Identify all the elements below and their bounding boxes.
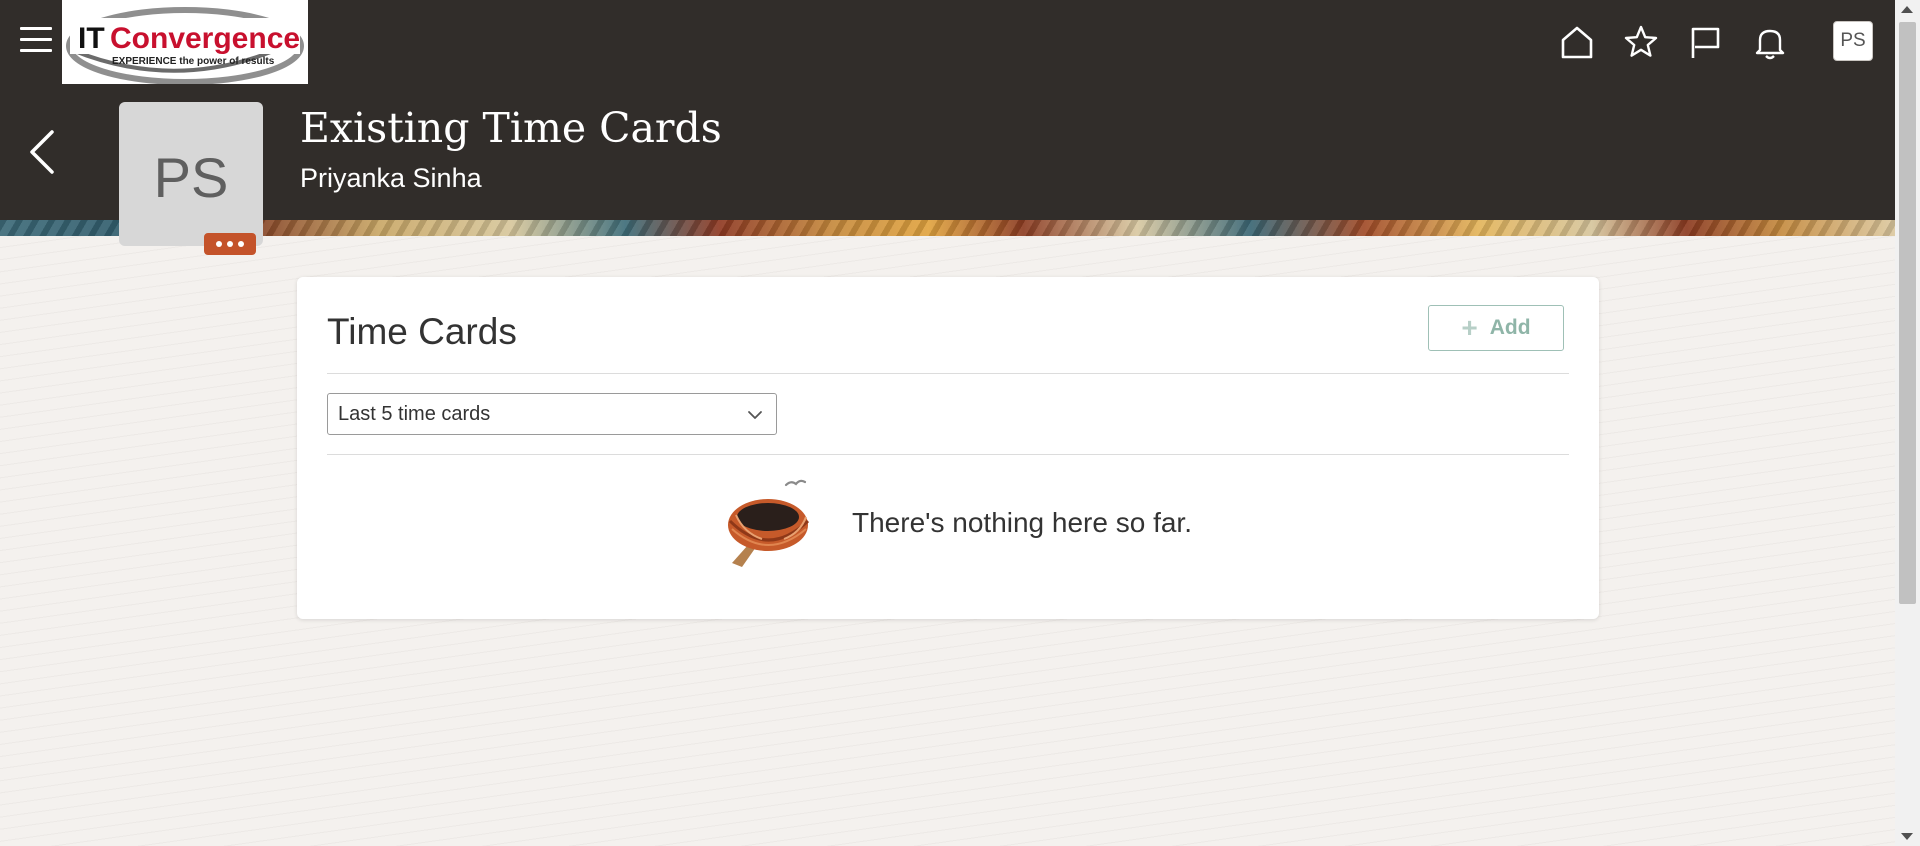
chevron-down-icon — [748, 411, 762, 419]
page-header — [0, 84, 1895, 220]
profile-avatar: PS — [119, 102, 263, 246]
empty-nest-icon — [728, 479, 810, 567]
add-button[interactable]: + Add — [1428, 305, 1564, 351]
filter-selected-value: Last 5 time cards — [338, 403, 491, 425]
notifications-bell-icon[interactable] — [1751, 22, 1789, 62]
decorative-banner — [0, 220, 1895, 236]
person-name: Priyanka Sinha — [300, 163, 482, 193]
empty-state-message: There's nothing here so far. — [852, 507, 1192, 538]
svg-text:Convergence: Convergence — [110, 22, 300, 55]
scroll-down-arrow-icon[interactable] — [1901, 833, 1913, 840]
svg-text:EXPERIENCE the power of result: EXPERIENCE the power of results — [112, 56, 275, 67]
user-avatar-button[interactable]: PS — [1833, 21, 1873, 61]
vertical-scrollbar[interactable] — [1895, 0, 1920, 846]
add-button-label: Add — [1489, 316, 1531, 339]
plus-icon: + — [1461, 312, 1478, 343]
chevron-left-icon — [30, 130, 54, 174]
home-icon[interactable] — [1558, 22, 1596, 62]
divider — [327, 373, 1569, 374]
time-cards-panel: Time Cards + Add Last 5 time cards There… — [297, 277, 1599, 619]
more-dot-icon — [216, 241, 222, 247]
favorites-star-icon[interactable] — [1622, 22, 1660, 62]
page-title: Existing Time Cards — [300, 104, 722, 152]
scrollbar-thumb[interactable] — [1899, 22, 1916, 604]
profile-actions-button[interactable] — [204, 233, 256, 255]
empty-state: There's nothing here so far. — [722, 473, 1192, 573]
svg-text:IT: IT — [78, 22, 105, 55]
logo-icon: IT Convergence EXPERIENCE the power of r… — [66, 7, 304, 85]
divider — [327, 454, 1569, 455]
panel-title: Time Cards — [327, 311, 517, 352]
back-button[interactable] — [22, 128, 62, 176]
hamburger-menu-icon[interactable] — [20, 27, 52, 55]
company-logo[interactable]: IT Convergence EXPERIENCE the power of r… — [62, 0, 308, 85]
time-card-filter-select[interactable]: Last 5 time cards — [327, 393, 777, 435]
top-navigation-bar: IT Convergence EXPERIENCE the power of r… — [0, 0, 1895, 85]
more-dot-icon — [238, 241, 244, 247]
more-dot-icon — [227, 241, 233, 247]
scroll-up-arrow-icon[interactable] — [1901, 6, 1913, 13]
watchlist-flag-icon[interactable] — [1686, 22, 1724, 62]
